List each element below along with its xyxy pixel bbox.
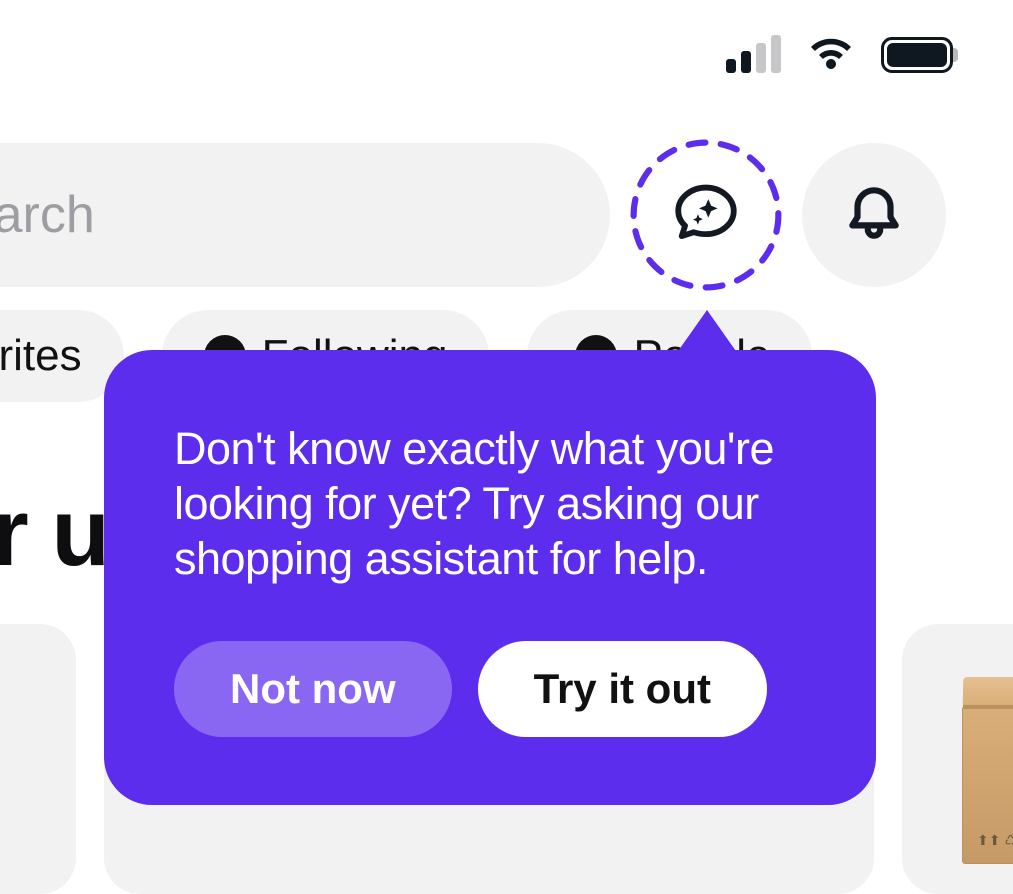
popover-arrow bbox=[676, 310, 738, 354]
chip-label: vorites bbox=[0, 331, 82, 381]
cellular-signal-icon bbox=[726, 37, 781, 73]
popover-text: Don't know exactly what you're looking f… bbox=[174, 422, 806, 587]
confirm-button[interactable]: Try it out bbox=[478, 641, 767, 737]
package-card[interactable]: ⬆⬆ bbox=[0, 624, 76, 894]
battery-icon bbox=[881, 37, 953, 73]
notifications-button[interactable] bbox=[802, 143, 946, 287]
status-bar bbox=[0, 0, 1013, 110]
search-input[interactable]: Search bbox=[0, 143, 610, 287]
wifi-icon bbox=[807, 35, 855, 76]
assistant-button[interactable] bbox=[634, 143, 778, 287]
highlight-ring bbox=[629, 138, 783, 292]
page-title: er u bbox=[0, 478, 108, 588]
package-card[interactable]: ⬆⬆ ♺ bbox=[902, 624, 1013, 894]
bell-icon bbox=[841, 180, 907, 251]
top-bar: Search bbox=[0, 143, 946, 287]
dismiss-button[interactable]: Not now bbox=[174, 641, 452, 737]
assistant-popover: Don't know exactly what you're looking f… bbox=[104, 350, 876, 805]
